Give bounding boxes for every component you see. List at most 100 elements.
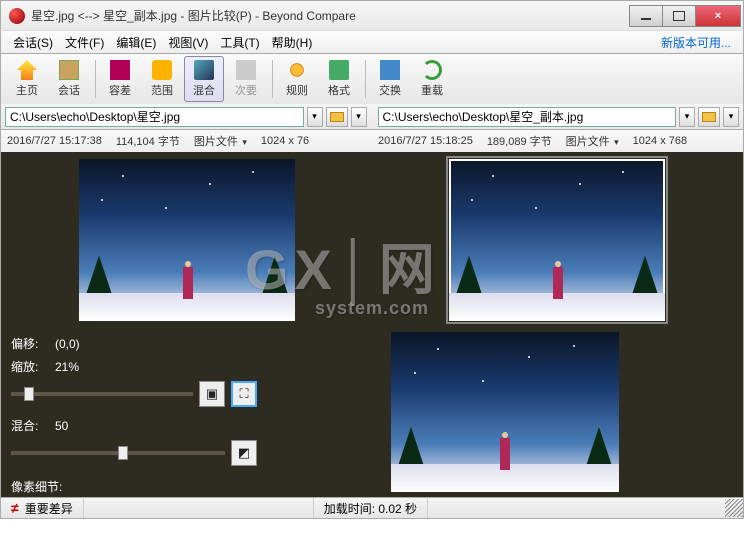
- offset-label: 偏移:: [11, 335, 55, 352]
- left-filetype[interactable]: 图片文件 ▾: [194, 133, 247, 149]
- rules-button[interactable]: 规则: [277, 56, 317, 102]
- tolerance-icon: [110, 60, 130, 80]
- status-spacer: [84, 498, 314, 518]
- reload-button[interactable]: 重载: [412, 56, 452, 102]
- minor-button[interactable]: 次要: [226, 56, 266, 102]
- left-dimensions: 1024 x 76: [261, 135, 309, 147]
- left-browse-dropdown[interactable]: ▾: [351, 107, 367, 127]
- zoom-slider[interactable]: [11, 392, 193, 396]
- right-filesize: 189,089 字节: [487, 133, 552, 149]
- pixel-detail-label: 像素细节:: [11, 478, 257, 495]
- left-filesize: 114,104 字节: [116, 133, 180, 149]
- resize-grip[interactable]: [725, 499, 743, 517]
- offset-value: (0,0): [55, 337, 80, 351]
- left-meta: 2016/7/27 15:17:38 114,104 字节 图片文件 ▾ 102…: [1, 133, 372, 149]
- swap-icon: [380, 60, 400, 80]
- toolbar-separator: [272, 60, 273, 98]
- load-time-status: 加载时间: 0.02 秒: [314, 498, 428, 518]
- status-bar: ≠ 重要差异 加载时间: 0.02 秒: [0, 497, 744, 519]
- right-pane[interactable]: [375, 156, 739, 323]
- window-titlebar: 星空.jpg <--> 星空_副本.jpg - 图片比较(P) - Beyond…: [0, 0, 744, 30]
- toolbar: 主页 会话 容差 范围 混合 次要 规则 格式 交换 重载: [0, 54, 744, 104]
- compare-panes: [0, 152, 744, 327]
- session-label: 会话: [58, 82, 80, 98]
- right-browse-dropdown[interactable]: ▾: [723, 107, 739, 127]
- window-title: 星空.jpg <--> 星空_副本.jpg - 图片比较(P) - Beyond…: [31, 7, 630, 24]
- left-browse-button[interactable]: [326, 107, 348, 127]
- blend-label: 混合: [193, 82, 215, 98]
- maximize-button[interactable]: [662, 5, 696, 27]
- menu-file[interactable]: 文件(F): [59, 32, 110, 53]
- home-icon: [17, 60, 37, 80]
- meta-bar: 2016/7/27 15:17:38 114,104 字节 图片文件 ▾ 102…: [0, 130, 744, 152]
- left-path-dropdown[interactable]: ▾: [307, 107, 323, 127]
- swap-button[interactable]: 交换: [370, 56, 410, 102]
- right-meta: 2016/7/27 15:18:25 189,089 字节 图片文件 ▾ 102…: [372, 133, 743, 149]
- menu-session[interactable]: 会话(S): [7, 32, 59, 53]
- diff-status: ≠ 重要差异: [1, 498, 84, 518]
- minimize-button[interactable]: [629, 5, 663, 27]
- blend-preview-pane[interactable]: [267, 327, 743, 497]
- blend-preview-image: [391, 332, 619, 492]
- slider-thumb[interactable]: [24, 387, 34, 401]
- zoom-value: 21%: [55, 360, 79, 374]
- right-path-input[interactable]: [378, 107, 677, 127]
- folder-icon: [702, 112, 716, 122]
- reload-icon: [422, 60, 442, 80]
- menu-bar: 会话(S) 文件(F) 编辑(E) 视图(V) 工具(T) 帮助(H) 新版本可…: [0, 30, 744, 54]
- left-timestamp: 2016/7/27 15:17:38: [7, 135, 102, 147]
- right-path-dropdown[interactable]: ▾: [679, 107, 695, 127]
- minor-label: 次要: [235, 82, 257, 98]
- toolbar-separator: [365, 60, 366, 98]
- blend-slider-value: 50: [55, 419, 68, 433]
- home-label: 主页: [16, 82, 38, 98]
- left-path-input[interactable]: [5, 107, 304, 127]
- menu-tools[interactable]: 工具(T): [214, 32, 265, 53]
- swap-label: 交换: [379, 82, 401, 98]
- close-button[interactable]: ×: [695, 5, 741, 27]
- folder-icon: [330, 112, 344, 122]
- zoom-label: 缩放:: [11, 358, 55, 375]
- blend-button[interactable]: 混合: [184, 56, 224, 102]
- right-dimensions: 1024 x 768: [633, 135, 687, 147]
- menu-edit[interactable]: 编辑(E): [110, 32, 162, 53]
- chevron-down-icon: ▾: [240, 137, 247, 147]
- right-browse-button[interactable]: [698, 107, 720, 127]
- reload-label: 重载: [421, 82, 443, 98]
- control-panel: 偏移: (0,0) 缩放: 21% ▣ ⛶ 混合: 50 ◩ 像素细节:: [1, 327, 267, 497]
- left-image: [79, 159, 295, 321]
- tolerance-button[interactable]: 容差: [100, 56, 140, 102]
- toolbar-separator: [95, 60, 96, 98]
- right-timestamp: 2016/7/27 15:18:25: [378, 135, 473, 147]
- range-label: 范围: [151, 82, 173, 98]
- menu-help[interactable]: 帮助(H): [266, 32, 319, 53]
- format-label: 格式: [328, 82, 350, 98]
- zoom-actual-button[interactable]: ▣: [199, 381, 225, 407]
- new-version-link[interactable]: 新版本可用...: [655, 32, 737, 53]
- zoom-fit-button[interactable]: ⛶: [231, 381, 257, 407]
- right-image: [449, 159, 665, 321]
- home-button[interactable]: 主页: [7, 56, 47, 102]
- range-button[interactable]: 范围: [142, 56, 182, 102]
- diff-status-text: 重要差异: [25, 500, 73, 517]
- range-icon: [152, 60, 172, 80]
- minor-icon: [236, 60, 256, 80]
- path-bar: ▾ ▾ ▾ ▾: [0, 104, 744, 130]
- window-controls: ×: [630, 5, 741, 27]
- tolerance-label: 容差: [109, 82, 131, 98]
- load-time-text: 加载时间: 0.02 秒: [324, 500, 417, 517]
- format-button[interactable]: 格式: [319, 56, 359, 102]
- right-filetype[interactable]: 图片文件 ▾: [566, 133, 619, 149]
- blend-mode-button[interactable]: ◩: [231, 440, 257, 466]
- slider-thumb[interactable]: [118, 446, 128, 460]
- left-pane[interactable]: [5, 156, 369, 323]
- app-icon: [9, 8, 25, 24]
- referee-icon: [287, 60, 307, 80]
- blend-icon: [194, 60, 214, 80]
- format-icon: [329, 60, 349, 80]
- not-equal-icon: ≠: [11, 500, 19, 516]
- chevron-down-icon: ▾: [612, 137, 619, 147]
- blend-slider[interactable]: [11, 451, 225, 455]
- menu-view[interactable]: 视图(V): [162, 32, 214, 53]
- session-button[interactable]: 会话: [49, 56, 89, 102]
